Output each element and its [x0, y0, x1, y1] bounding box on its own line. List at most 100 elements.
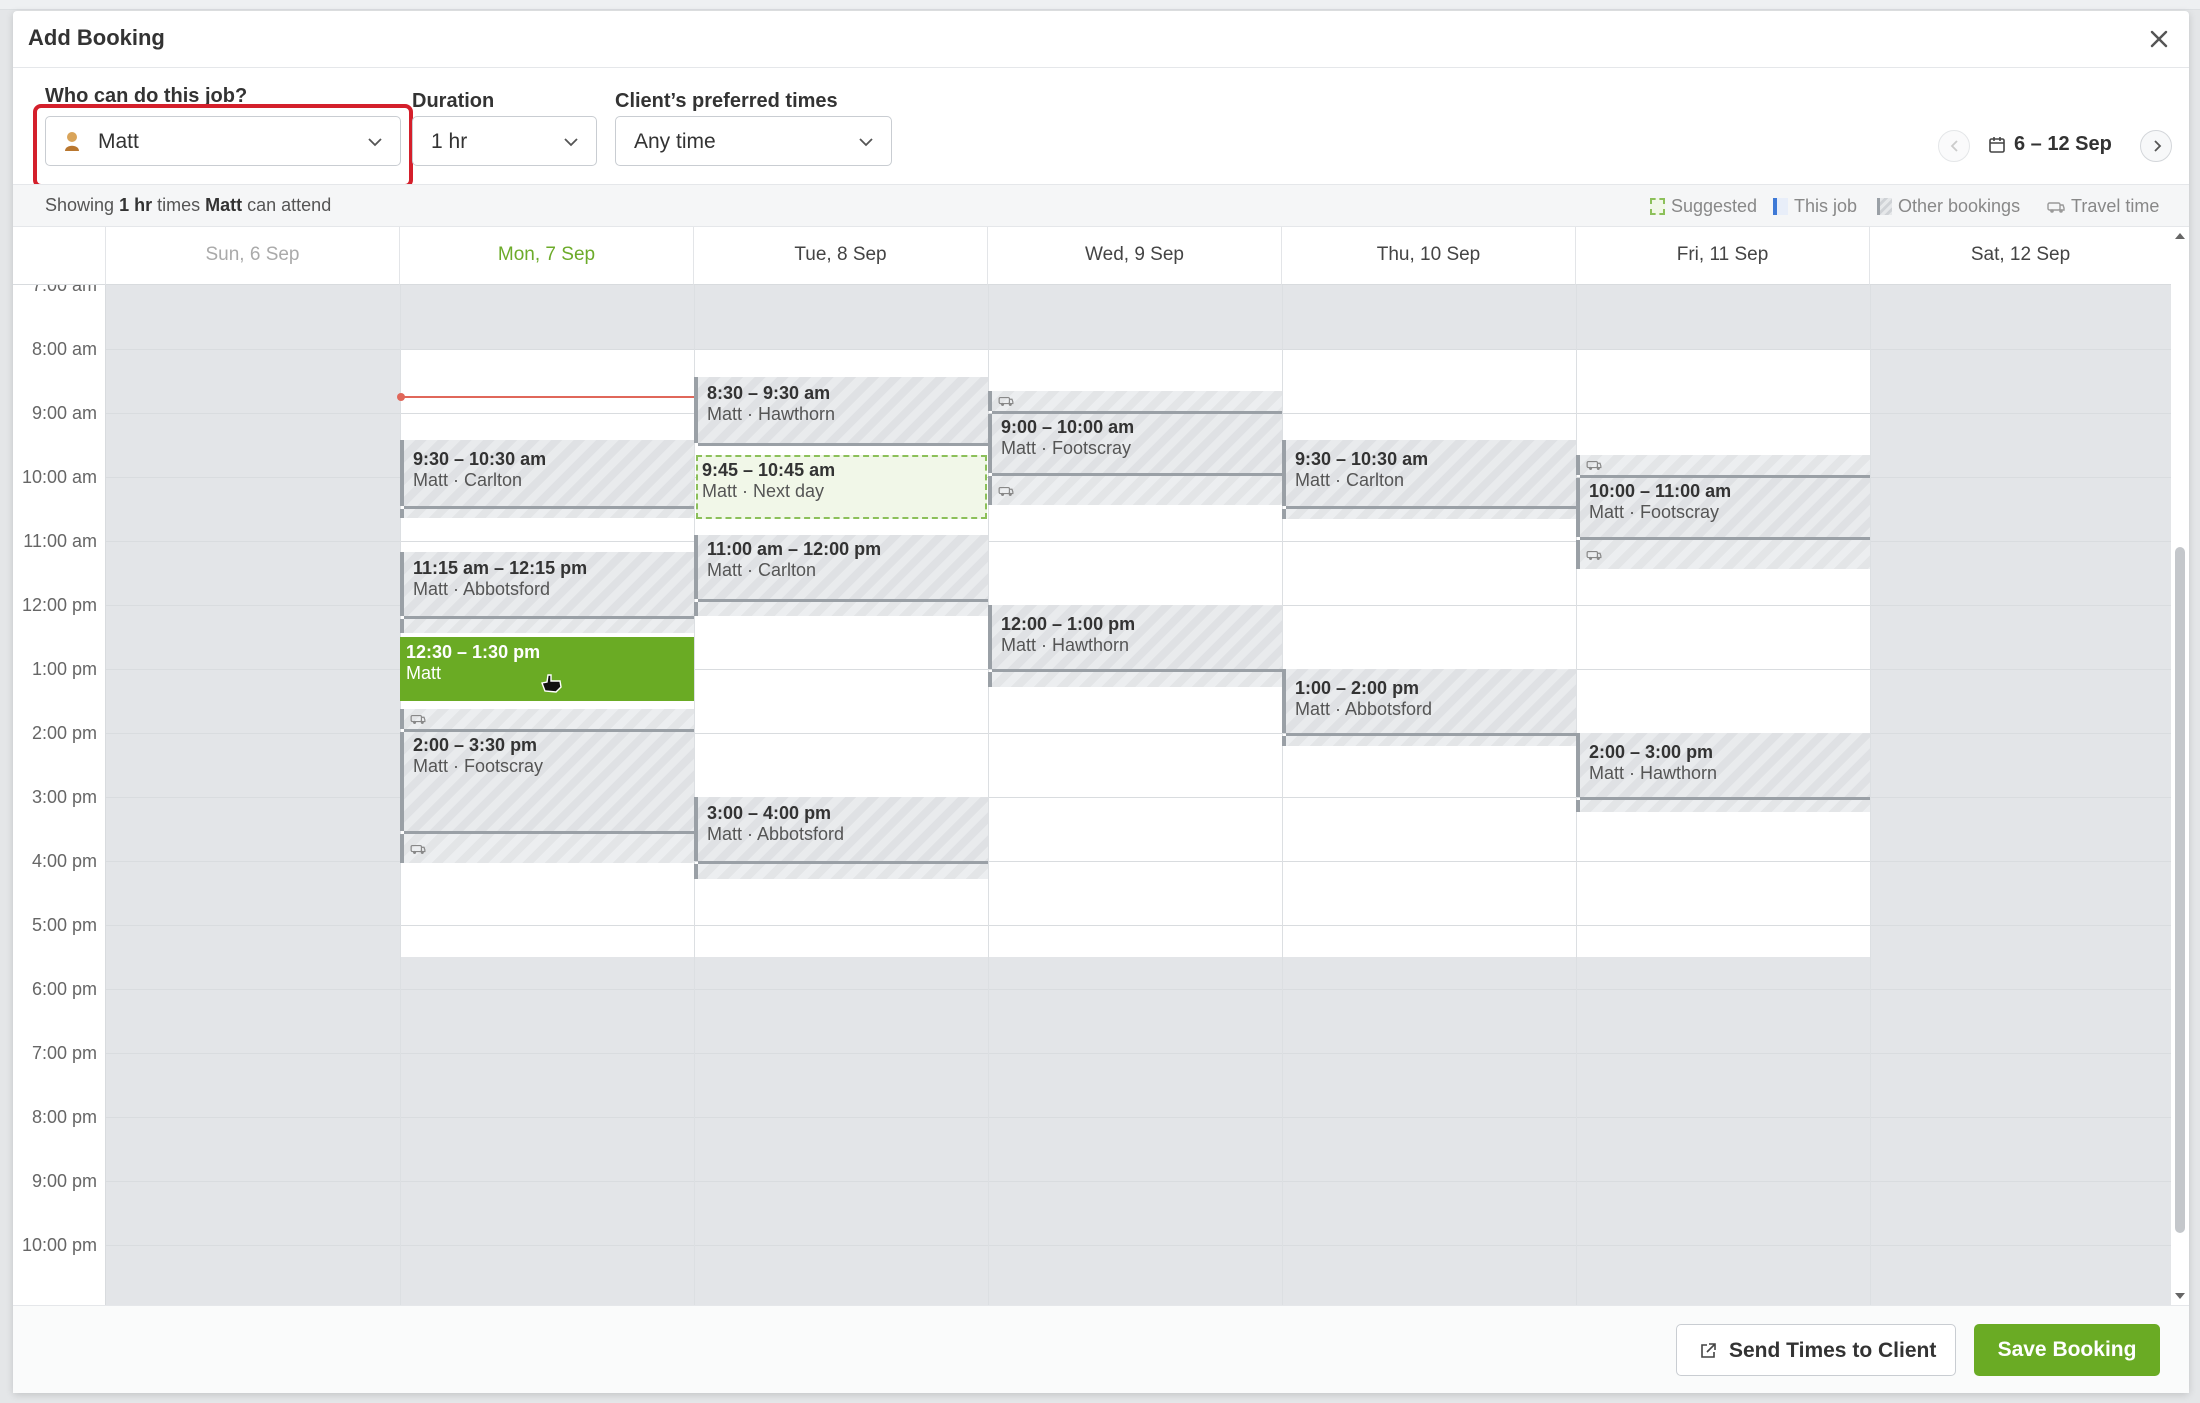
booking-block[interactable]: 10:00 – 11:00 am Matt · Footscray — [1576, 478, 1870, 537]
scroll-down-arrow-icon[interactable] — [2173, 1289, 2187, 1303]
travel-block — [694, 864, 988, 879]
duration-label: Duration — [412, 90, 495, 112]
duration-value: 1 hr — [431, 130, 468, 153]
suggested-time-block[interactable]: 9:45 – 10:45 am Matt · Next day — [696, 455, 987, 519]
day-header-fri: Fri, 11 Sep — [1575, 227, 1869, 285]
booking-block[interactable]: 3:00 – 4:00 pm Matt · Abbotsford — [694, 797, 988, 861]
chevron-down-icon — [564, 138, 578, 147]
booking-time: 2:00 – 3:30 pm — [413, 735, 538, 755]
booking-detail: Matt · Abbotsford — [413, 579, 551, 599]
calendar-grid: 9:30 – 10:30 am Matt · Carlton 11:15 am … — [105, 285, 2171, 1305]
travel-block — [694, 602, 988, 616]
showing-text: Showing 1 hr times Matt can attend — [45, 195, 332, 215]
legend-this-job: This job — [1773, 196, 1857, 217]
send-times-label: Send Times to Client — [1729, 1339, 1937, 1362]
car-icon — [410, 714, 426, 724]
time-column-header — [13, 227, 105, 285]
calendar-icon — [1989, 137, 2005, 153]
time-label: 8:00 am — [31, 339, 97, 359]
booking-time: 8:30 – 9:30 am — [707, 383, 831, 403]
chevron-down-icon — [859, 138, 873, 147]
prev-week-button[interactable] — [1938, 130, 1970, 162]
chevron-right-icon — [2154, 140, 2162, 152]
booking-detail: Matt · Next day — [702, 481, 825, 501]
booking-time: 12:00 – 1:00 pm — [1001, 614, 1136, 634]
travel-block — [400, 834, 694, 863]
booking-detail: Matt · Footscray — [1589, 502, 1720, 522]
preferred-times-label: Client’s preferred times — [615, 90, 838, 112]
travel-block — [400, 509, 694, 518]
travel-block — [1282, 736, 1576, 746]
time-label: 10:00 am — [21, 467, 97, 487]
hour-line — [106, 1053, 2171, 1054]
duration-select[interactable]: 1 hr — [412, 116, 597, 166]
external-link-icon — [1701, 1343, 1716, 1358]
booking-detail: Matt · Abbotsford — [707, 824, 845, 844]
booking-detail: Matt · Footscray — [1001, 438, 1132, 458]
booking-block[interactable]: 11:00 am – 12:00 pm Matt · Carlton — [694, 535, 988, 599]
travel-block — [1576, 540, 1870, 569]
time-label: 4:00 pm — [31, 851, 97, 871]
day-header-sat: Sat, 12 Sep — [1869, 227, 2171, 285]
save-booking-button[interactable]: Save Booking — [1974, 1324, 2160, 1376]
calendar-scrollbar[interactable] — [2171, 227, 2189, 1305]
preferred-times-select[interactable]: Any time — [615, 116, 892, 166]
travel-block — [988, 672, 1282, 687]
booking-time: 3:00 – 4:00 pm — [707, 803, 832, 823]
chevron-left-icon — [1950, 140, 1958, 152]
car-icon — [410, 844, 426, 854]
time-label: 7:00 am — [31, 285, 97, 295]
day-header-sun: Sun, 6 Sep — [105, 227, 399, 285]
time-label: 10:00 pm — [21, 1235, 97, 1255]
time-label: 6:00 pm — [31, 979, 97, 999]
booking-detail: Matt · Footscray — [413, 756, 544, 776]
preferred-times-value: Any time — [634, 130, 716, 153]
scroll-up-arrow-icon[interactable] — [2173, 229, 2187, 243]
booking-detail: Matt · Carlton — [413, 470, 523, 490]
booking-block[interactable]: 9:30 – 10:30 am Matt · Carlton — [400, 440, 694, 506]
car-icon — [998, 396, 1014, 406]
day-header-wed: Wed, 9 Sep — [987, 227, 1281, 285]
time-label: 8:00 pm — [31, 1107, 97, 1127]
who-select-highlight — [33, 104, 413, 188]
booking-block[interactable]: 2:00 – 3:30 pm Matt · Footscray — [400, 732, 694, 831]
booking-time: 9:30 – 10:30 am — [1295, 449, 1429, 469]
booking-block[interactable]: 1:00 – 2:00 pm Matt · Abbotsford — [1282, 669, 1576, 733]
booking-block[interactable]: 11:15 am – 12:15 pm Matt · Abbotsford — [400, 552, 694, 616]
car-icon — [2047, 201, 2065, 213]
travel-block — [1282, 509, 1576, 519]
next-week-button[interactable] — [2140, 130, 2172, 162]
car-icon — [1586, 460, 1602, 470]
background-app-strip — [0, 0, 2200, 10]
week-range: 6 – 12 Sep — [2014, 133, 2112, 155]
suggested-swatch — [1650, 198, 1665, 215]
modal-title: Add Booking — [28, 25, 165, 50]
save-booking-label: Save Booking — [1997, 1338, 2137, 1361]
time-label: 3:00 pm — [31, 787, 97, 807]
booking-block[interactable]: 12:00 – 1:00 pm Matt · Hawthorn — [988, 605, 1282, 669]
time-gutter: 7:00 am 8:00 am 9:00 am 10:00 am 11:00 a… — [13, 285, 105, 1305]
legend-suggested: Suggested — [1650, 196, 1757, 217]
booking-detail: Matt · Hawthorn — [707, 404, 836, 424]
hour-line — [106, 1245, 2171, 1246]
booking-detail: Matt · Hawthorn — [1589, 763, 1718, 783]
booking-detail: Matt · Hawthorn — [1001, 635, 1130, 655]
booking-block[interactable]: 9:00 – 10:00 am Matt · Footscray — [988, 414, 1282, 473]
booking-block[interactable]: 8:30 – 9:30 am Matt · Hawthorn — [694, 377, 988, 443]
booking-block[interactable]: 9:30 – 10:30 am Matt · Carlton — [1282, 440, 1576, 506]
booking-time: 11:00 am – 12:00 pm — [707, 539, 882, 559]
time-label: 2:00 pm — [31, 723, 97, 743]
hour-line — [106, 989, 2171, 990]
time-label: 11:00 am — [23, 531, 97, 551]
scroll-thumb[interactable] — [2175, 547, 2185, 1233]
travel-block — [988, 391, 1282, 411]
booking-block[interactable]: 2:00 – 3:00 pm Matt · Hawthorn — [1576, 733, 1870, 797]
booking-detail: Matt · Carlton — [707, 560, 817, 580]
booking-time: 9:00 – 10:00 am — [1001, 417, 1135, 437]
day-separator — [1282, 285, 1283, 1305]
close-button[interactable] — [2145, 25, 2173, 53]
time-label: 5:00 pm — [31, 915, 97, 935]
info-bar: Showing 1 hr times Matt can attend Sugge… — [13, 184, 2189, 227]
day-header-mon: Mon, 7 Sep — [399, 227, 693, 285]
send-times-button[interactable]: Send Times to Client — [1676, 1324, 1956, 1376]
